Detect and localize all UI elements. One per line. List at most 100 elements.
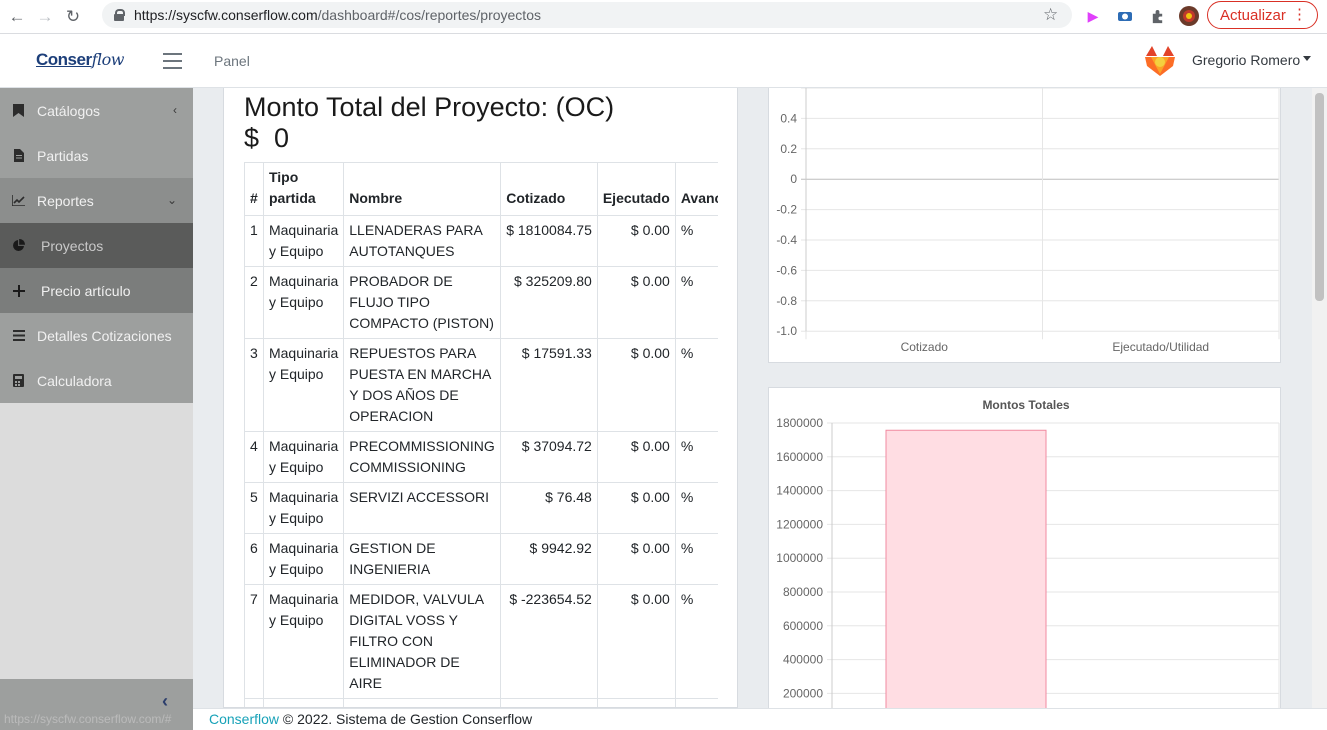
footer-text: © 2022. Sistema de Gestion Conserflow — [279, 711, 533, 727]
profile-avatar-icon[interactable] — [1179, 6, 1199, 26]
cell-num: 6 — [244, 533, 264, 585]
col-header-nombre: Nombre — [343, 162, 502, 216]
x-tick-label: Cotizado — [901, 340, 949, 354]
scrollbar-thumb[interactable] — [1315, 93, 1324, 301]
y-tick-label: 1200000 — [776, 517, 823, 531]
address-bar[interactable]: https://syscfw.conserflow.com/dashboard#… — [102, 2, 1072, 28]
cell-ejecutado: $ 0.00 — [596, 338, 676, 432]
url-host: https://syscfw.conserflow.com — [134, 7, 318, 23]
extension-icon[interactable] — [1115, 6, 1135, 26]
chart-card-montos-totales: Montos Totales 1800000 1600000 1400000 12000… — [768, 387, 1281, 724]
table-row: 3 Maquinaria y Equipo REPUESTOS PARA PUEST… — [244, 338, 718, 432]
chart-cotizado-ejecutado: 0.4 0.2 0 -0.2 -0.4 -0.6 -0.8 -1.0 Cotizado Ejecu… — [776, 87, 1280, 354]
back-arrow-icon[interactable]: ← — [6, 6, 28, 28]
cell-ejecutado: $ 0.00 — [596, 215, 676, 267]
sidebar-item-label: Reportes — [37, 192, 94, 209]
y-tick-label: 0.2 — [780, 142, 797, 156]
col-header-num: # — [244, 162, 264, 216]
cell-nombre: MEDIDOR, VALVULA DIGITAL VOSS Y FILTRO C… — [343, 584, 502, 699]
cell-avance: % — [674, 698, 718, 707]
cell-nombre: PROBADOR DE FLUJO TIPO COMPACTO (PISTON) — [343, 266, 502, 339]
more-menu-icon[interactable]: ⋮ — [1292, 6, 1307, 24]
cell-cotizado: $ 9942.92 — [500, 533, 598, 585]
reload-icon[interactable]: ↻ — [62, 6, 84, 28]
cell-num: 3 — [244, 338, 264, 432]
bookmark-star-icon[interactable]: ☆ — [1043, 5, 1058, 25]
cell-nombre: LLENADERAS PARA AUTOTANQUES — [343, 215, 502, 267]
cell-nombre: PRECOMMISSIONING COMMISSIONING — [343, 431, 502, 483]
user-dropdown-caret-icon[interactable] — [1303, 56, 1311, 61]
cell-tipo: Maquinaria y Equipo — [262, 266, 345, 339]
y-tick-label: -0.4 — [776, 233, 797, 247]
sidebar-item-catalogos[interactable]: Catálogos ‹ — [0, 88, 193, 133]
cell-tipo: Maquinaria y Equipo — [262, 482, 345, 534]
partidas-table: # Tipo partida Nombre Cotizado Ejecutado… — [244, 162, 718, 707]
logo-text-a: Conser — [36, 50, 92, 69]
chevron-left-icon: ‹ — [173, 103, 177, 117]
bar-cotizado — [885, 429, 1047, 724]
cell-num: 4 — [244, 431, 264, 483]
cell-avance: % — [674, 215, 718, 267]
logo-text-b: flow — [91, 50, 125, 69]
chart-title: Montos Totales — [982, 398, 1069, 412]
collapse-sidebar-icon[interactable]: ‹ — [162, 691, 168, 712]
y-tick-label: -1.0 — [776, 324, 797, 338]
table-row: 6 Maquinaria y Equipo GESTION DE INGENIERI… — [244, 533, 718, 585]
sidebar-item-partidas[interactable]: Partidas — [0, 133, 193, 178]
cell-tipo: Maquinaria y Equipo — [262, 584, 345, 699]
sidebar: Catálogos ‹ Partidas Reportes ⌄ Proyecto… — [0, 88, 193, 730]
list-icon — [12, 329, 25, 342]
col-header-avance: Avance — [674, 162, 718, 216]
update-button[interactable]: Actualizar ⋮ — [1207, 1, 1318, 29]
cell-avance: % — [674, 533, 718, 585]
panel-link[interactable]: Panel — [214, 53, 250, 69]
table-row: 4 Maquinaria y Equipo PRECOMMISSIONING COM… — [244, 431, 718, 483]
sidebar-item-proyectos[interactable]: Proyectos — [0, 223, 193, 268]
chevron-down-icon: ⌄ — [166, 193, 177, 207]
project-title-text: Monto Total del Proyecto: (OC) — [244, 92, 615, 122]
link-status-text: https://syscfw.conserflow.com/# — [4, 712, 172, 726]
lock-icon — [114, 9, 125, 21]
cell-ejecutado: $ 0.00 — [596, 431, 676, 483]
forward-arrow-icon[interactable]: → — [34, 6, 56, 28]
table-container[interactable]: # Tipo partida Nombre Cotizado Ejecutado… — [244, 162, 718, 707]
y-tick-label: -0.2 — [776, 203, 797, 217]
conserflow-logo[interactable]: Conserflow — [36, 50, 124, 70]
y-tick-label: 800000 — [783, 585, 823, 599]
footer-brand-link[interactable]: Conserflow — [209, 711, 279, 727]
cell-nombre: REPUESTOS PARA PUESTA EN MARCHA Y DOS AÑ… — [343, 338, 502, 432]
sidebar-item-precio-articulo[interactable]: Precio artículo — [0, 268, 193, 313]
cell-tipo: Maquinaria y Equipo — [262, 431, 345, 483]
y-tick-label: 600000 — [783, 619, 823, 633]
user-name[interactable]: Gregorio Romero — [1192, 52, 1300, 68]
cell-ejecutado: $ 0.00 — [596, 266, 676, 339]
y-tick-label: 1000000 — [776, 551, 823, 565]
file-icon — [12, 149, 25, 162]
plus-icon — [12, 284, 25, 297]
cell-num: 8 — [244, 698, 264, 707]
cell-nombre: BRASOS DE CARGA — [343, 698, 502, 707]
footer: Conserflow © 2022. Sistema de Gestion Co… — [193, 708, 1327, 730]
puzzle-icon[interactable] — [1147, 6, 1167, 26]
cell-nombre: SERVIZI ACCESSORI — [343, 482, 502, 534]
x-tick-label: Ejecutado/Utilidad — [1112, 340, 1209, 354]
sidebar-footer: ‹ https://syscfw.conserflow.com/# — [0, 679, 193, 730]
table-row: 1 Maquinaria y Equipo LLENADERAS PARA AUTO… — [244, 215, 718, 267]
cell-avance: % — [674, 431, 718, 483]
sidebar-item-label: Proyectos — [41, 237, 104, 254]
cell-cotizado: $ -223654.52 — [500, 584, 598, 699]
hamburger-menu-icon[interactable] — [163, 53, 182, 69]
project-title: Monto Total del Proyecto: (OC) $ 0 — [244, 92, 737, 154]
chart-montos-totales: Montos Totales 1800000 1600000 1400000 12000… — [776, 398, 1280, 724]
project-amount: $ 0 — [244, 123, 290, 153]
cell-cotizado: $ -219240.00 — [500, 698, 598, 707]
sidebar-item-detalles-cotizaciones[interactable]: Detalles Cotizaciones — [0, 313, 193, 358]
table-row: 8Maquinaria y EquipoBRASOS DE CARGA$ -21… — [244, 698, 718, 707]
y-tick-label: 200000 — [783, 686, 823, 700]
play-extension-icon[interactable]: ▶ — [1083, 6, 1103, 26]
sidebar-item-reportes[interactable]: Reportes ⌄ — [0, 178, 193, 223]
sidebar-item-calculadora[interactable]: Calculadora — [0, 358, 193, 403]
y-tick-label: 0 — [790, 172, 797, 186]
user-avatar[interactable] — [1143, 44, 1177, 78]
table-header-row: # Tipo partida Nombre Cotizado Ejecutado… — [244, 162, 718, 216]
